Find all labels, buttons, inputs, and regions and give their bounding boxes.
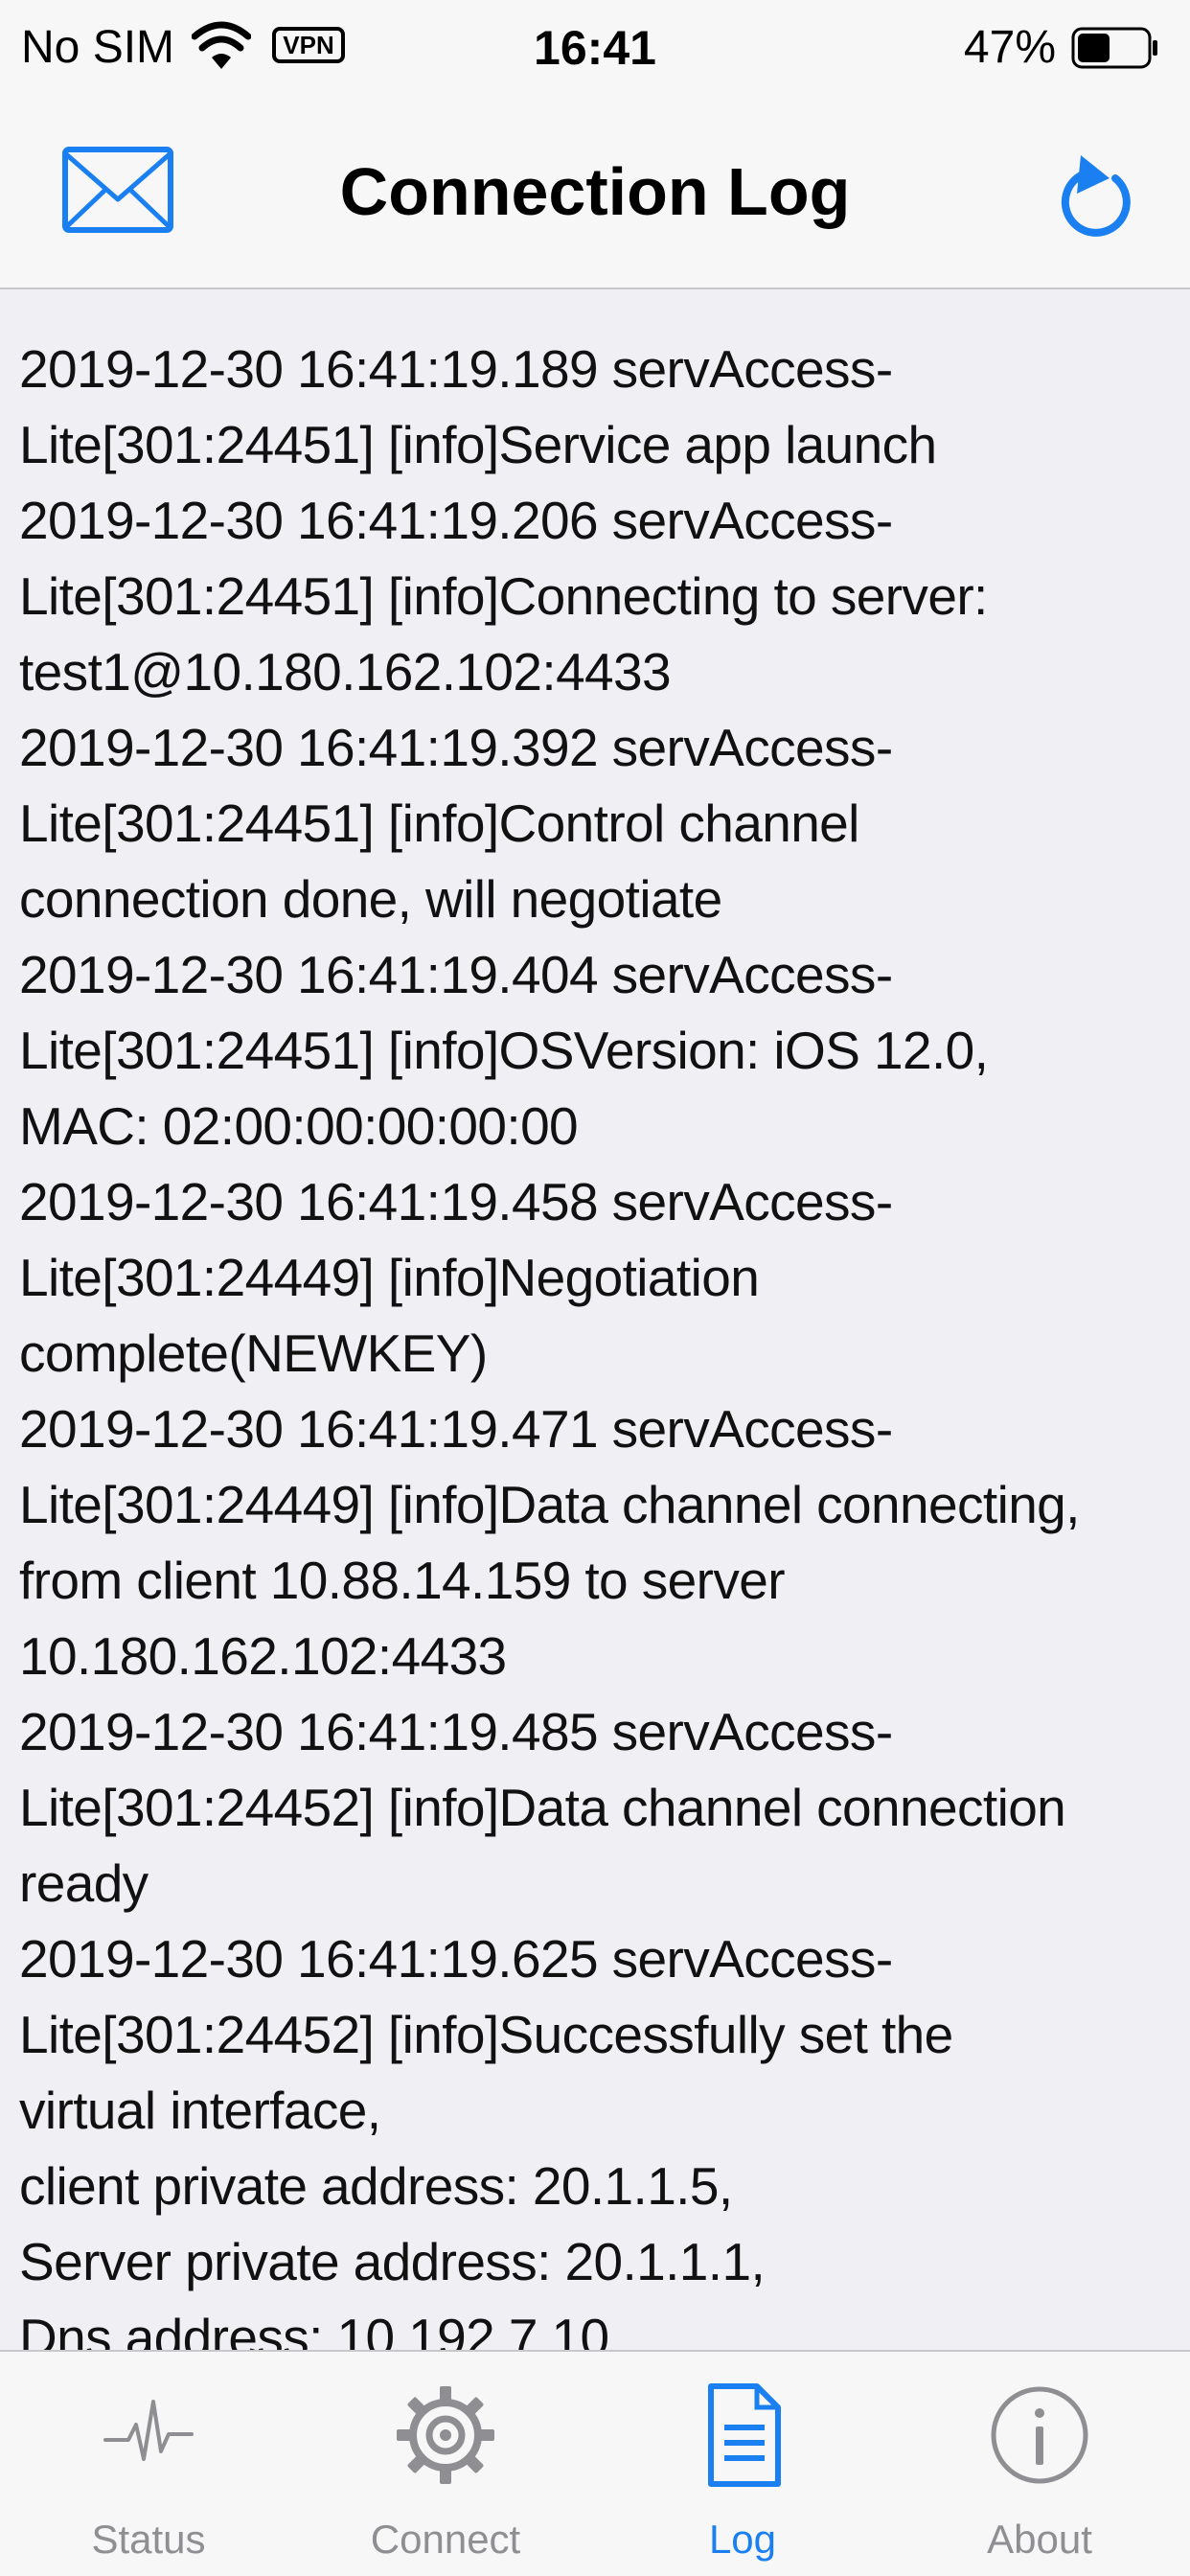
log-line: complete(NEWKEY) (19, 1323, 488, 1383)
log-line: Lite[301:24451] [info]Control channel (19, 794, 859, 853)
screen: No SIM VPN 16:41 47% Connection Log 2019… (0, 0, 1190, 2576)
tab-label: Status (91, 2517, 206, 2562)
info-icon (991, 2386, 1088, 2484)
tab-log[interactable]: Log (594, 2352, 891, 2576)
log-line: 2019-12-30 16:41:19.625 servAccess- (19, 1929, 893, 1989)
battery-icon (1071, 27, 1157, 69)
document-icon (708, 2383, 781, 2487)
log-line: Server private address: 20.1.1.1, (19, 2232, 766, 2291)
log-line: client private address: 20.1.1.5, (19, 2156, 733, 2216)
log-line: 2019-12-30 16:41:19.458 servAccess- (19, 1172, 893, 1231)
tab-connect[interactable]: Connect (297, 2352, 594, 2576)
status-bar: No SIM VPN 16:41 47% (0, 0, 1190, 96)
pulse-icon (103, 2400, 194, 2461)
log-line: from client 10.88.14.159 to server (19, 1551, 786, 1610)
page-title: Connection Log (339, 154, 851, 229)
log-view[interactable]: 2019-12-30 16:41:19.189 servAccess- Lite[… (0, 289, 1190, 2350)
log-text: 2019-12-30 16:41:19.189 servAccess- Lite[… (19, 332, 1169, 2350)
navigation-bar: Connection Log (0, 96, 1190, 289)
log-line: Dns address: 10.192.7.10 , (19, 2308, 637, 2350)
tab-status[interactable]: Status (0, 2352, 297, 2576)
log-line: 2019-12-30 16:41:19.485 servAccess- (19, 1702, 893, 1761)
log-line: ready (19, 1853, 149, 1913)
battery-percent: 47% (963, 22, 1056, 73)
log-line: Lite[301:24451] [info]Connecting to serv… (19, 566, 988, 626)
log-line: 2019-12-30 16:41:19.189 servAccess- (19, 339, 893, 399)
tab-about[interactable]: About (891, 2352, 1188, 2576)
refresh-icon[interactable] (1058, 140, 1138, 242)
log-line: connection done, will negotiate (19, 869, 722, 929)
tab-label: Connect (370, 2517, 521, 2562)
log-line: Lite[301:24449] [info]Data channel conne… (19, 1475, 1080, 1534)
log-line: test1@10.180.162.102:4433 (19, 642, 672, 702)
log-line: Lite[301:24452] [info]Successfully set t… (19, 2005, 953, 2064)
tab-label: About (987, 2517, 1092, 2562)
log-line: Lite[301:24452] [info]Data channel conne… (19, 1778, 1066, 1837)
log-line: 2019-12-30 16:41:19.404 servAccess- (19, 945, 893, 1004)
log-line: 2019-12-30 16:41:19.471 servAccess- (19, 1399, 893, 1459)
log-line: Lite[301:24451] [info]OSVersion: iOS 12.… (19, 1021, 989, 1080)
log-line: 2019-12-30 16:41:19.392 servAccess- (19, 718, 893, 777)
tab-label: Log (708, 2517, 777, 2562)
log-line: 2019-12-30 16:41:19.206 servAccess- (19, 491, 893, 550)
log-line: Lite[301:24451] [info]Service app launch (19, 415, 937, 474)
log-line: Lite[301:24449] [info]Negotiation (19, 1248, 760, 1307)
log-line: MAC: 02:00:00:00:00:00 (19, 1096, 579, 1156)
tab-bar: Status Connect Log About (0, 2350, 1190, 2576)
log-line: virtual interface, (19, 2081, 381, 2140)
gear-icon (397, 2386, 494, 2484)
log-line: 10.180.162.102:4433 (19, 1626, 507, 1686)
